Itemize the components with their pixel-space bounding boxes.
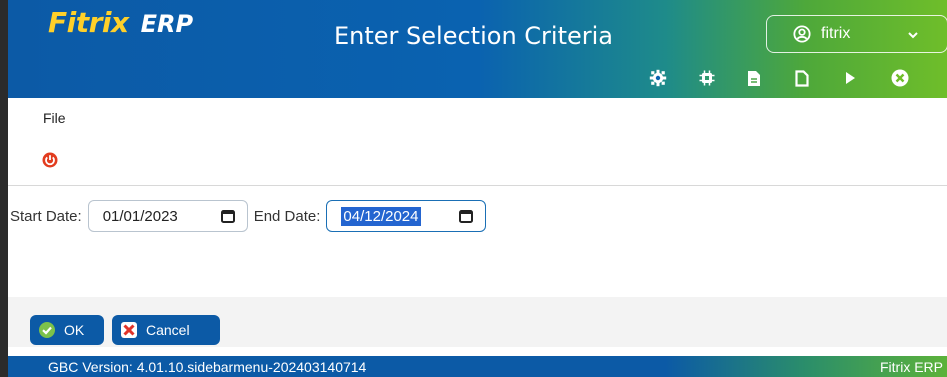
app-frame: Fitrix ERP Enter Selection Criteria fitr… <box>8 0 947 377</box>
toolbar <box>8 68 947 92</box>
page-title: Enter Selection Criteria <box>334 22 613 50</box>
ok-label: OK <box>64 322 85 338</box>
end-date-label: End Date: <box>253 207 321 225</box>
user-name: fitrix <box>821 25 851 42</box>
status-bar: GBC Version: 4.01.10.sidebarmenu-2024031… <box>8 356 947 377</box>
document-filled-icon[interactable] <box>744 68 764 88</box>
start-date-value: 01/01/2023 <box>102 207 178 225</box>
cancel-label: Cancel <box>146 322 190 338</box>
end-date-value: 04/12/2024 <box>341 206 421 226</box>
user-circle-icon <box>793 25 811 43</box>
cancel-x-icon <box>121 322 137 338</box>
calendar-icon[interactable] <box>220 209 235 223</box>
logo-erp: ERP <box>140 10 194 38</box>
cancel-button[interactable]: Cancel <box>112 315 220 345</box>
divider <box>8 185 947 186</box>
ok-button[interactable]: OK <box>30 315 104 345</box>
calendar-icon[interactable] <box>459 209 474 223</box>
header-bar: Fitrix ERP Enter Selection Criteria fitr… <box>8 0 947 98</box>
play-icon[interactable] <box>840 68 860 88</box>
version-text: GBC Version: 4.01.10.sidebarmenu-2024031… <box>48 358 367 375</box>
start-date-field[interactable]: 01/01/2023 <box>87 200 248 232</box>
chip-icon[interactable] <box>697 68 717 88</box>
status-brand: Fitrix ERP <box>880 358 943 375</box>
gear-icon[interactable] <box>648 68 668 88</box>
document-outline-icon[interactable] <box>792 68 812 88</box>
selection-form: Start Date: 01/01/2023 End Date: 04/12/2… <box>8 200 487 232</box>
window-edge <box>0 0 8 377</box>
user-menu[interactable]: fitrix <box>766 15 947 53</box>
check-circle-icon <box>39 322 55 338</box>
app-logo: Fitrix ERP <box>48 6 193 42</box>
close-circle-icon[interactable] <box>890 68 910 88</box>
power-icon[interactable] <box>42 152 58 168</box>
start-date-label: Start Date: <box>10 207 82 225</box>
chevron-down-icon[interactable] <box>907 29 919 41</box>
menu-file[interactable]: File <box>43 110 66 126</box>
logo-fitrix: Fitrix <box>48 6 129 39</box>
end-date-field[interactable]: 04/12/2024 <box>326 200 487 232</box>
